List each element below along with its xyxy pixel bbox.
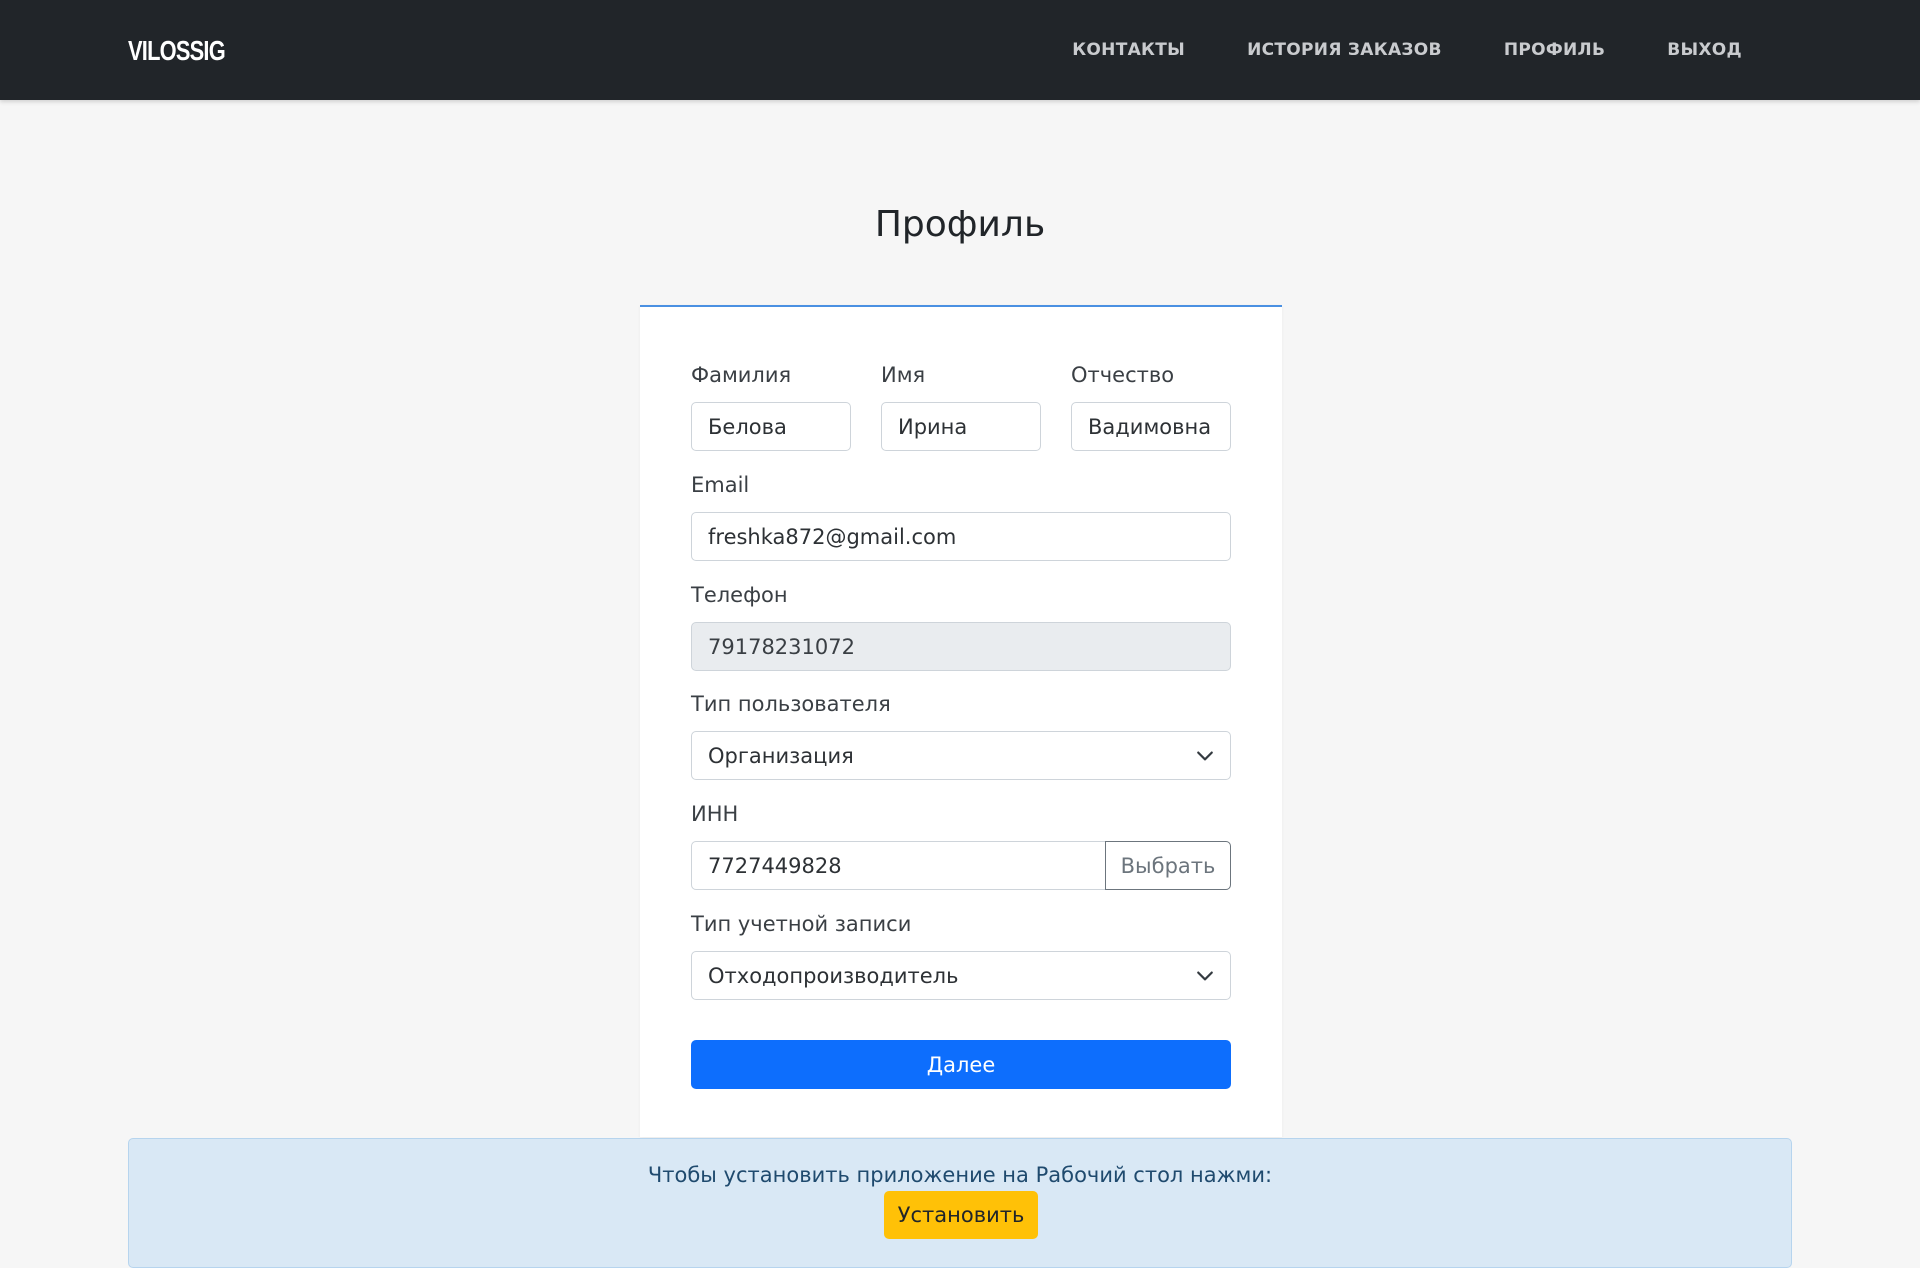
brand-logo[interactable]: VILOSSIG [128,33,226,69]
install-app-banner: Чтобы установить приложение на Рабочий с… [128,1138,1792,1268]
nav-link-profile[interactable]: ПРОФИЛЬ [1504,40,1605,60]
email-input[interactable] [691,512,1231,561]
chevron-down-icon [1197,751,1213,760]
first-name-input[interactable] [881,402,1041,451]
patronymic-input[interactable] [1071,402,1231,451]
top-navbar: VILOSSIG КОНТАКТЫ ИСТОРИЯ ЗАКАЗОВ ПРОФИЛ… [0,0,1920,100]
next-button[interactable]: Далее [691,1040,1231,1089]
chevron-down-icon [1197,971,1213,980]
nav-link-logout[interactable]: ВЫХОД [1667,40,1742,60]
profile-card: Фамилия Имя Отчество Email Телефон Тип п… [640,305,1282,1137]
nav-links: КОНТАКТЫ ИСТОРИЯ ЗАКАЗОВ ПРОФИЛЬ ВЫХОД [1072,0,1742,100]
page-title: Профиль [874,204,1046,245]
user-type-select[interactable]: Организация [691,731,1231,780]
patronymic-label: Отчество [1071,363,1175,387]
install-banner-text: Чтобы установить приложение на Рабочий с… [647,1163,1273,1187]
email-label: Email [691,473,750,497]
account-type-select[interactable]: Отходопроизводитель [691,951,1231,1000]
user-type-label: Тип пользователя [691,692,891,716]
first-name-label: Имя [881,363,926,387]
brand-logo-text: VILOSSIG [128,35,226,66]
install-button[interactable]: Установить [884,1191,1038,1239]
nav-link-order-history[interactable]: ИСТОРИЯ ЗАКАЗОВ [1247,40,1442,60]
inn-label: ИНН [691,802,739,826]
nav-link-contacts[interactable]: КОНТАКТЫ [1072,40,1185,60]
phone-label: Телефон [691,583,788,607]
account-type-label: Тип учетной записи [691,912,912,936]
user-type-selected: Организация [708,743,854,768]
last-name-label: Фамилия [691,363,792,387]
inn-input[interactable] [691,841,1106,890]
inn-choose-button[interactable]: Выбрать [1105,841,1231,890]
last-name-input[interactable] [691,402,851,451]
phone-input [691,622,1231,671]
account-type-selected: Отходопроизводитель [708,963,959,988]
